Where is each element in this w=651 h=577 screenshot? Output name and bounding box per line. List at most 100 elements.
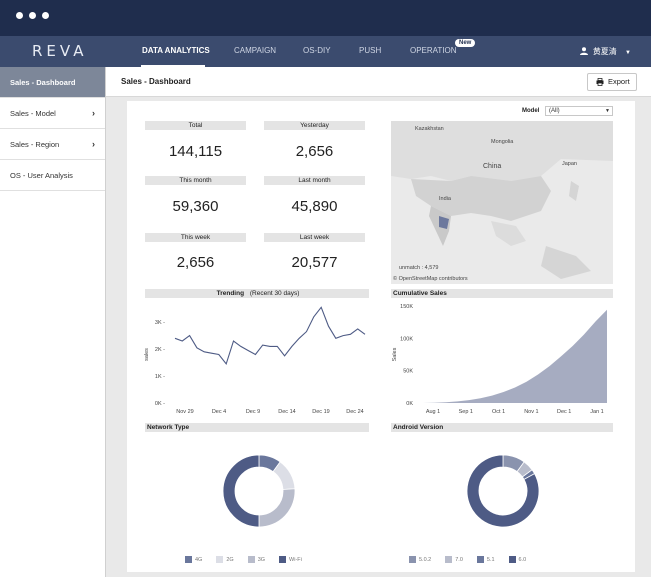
sidebar-item-sales-model[interactable]: Sales - Model › <box>0 98 105 129</box>
kpi-yesterday-label: Yesterday <box>264 121 365 130</box>
legend-swatch <box>476 556 484 563</box>
legend-swatch <box>508 556 516 563</box>
dot-icon <box>42 12 49 19</box>
android-version-legend: 5.0.2 7.0 5.1 6.0 <box>409 556 579 563</box>
map-unmatch-count: unmatch : 4,579 <box>399 265 439 271</box>
legend-label: 5.1 <box>486 556 495 563</box>
legend-item: Wi-Fi <box>279 556 302 563</box>
x-tick-label: Jan 1 <box>590 409 603 415</box>
network-type-legend: 4G 2G 3G Wi-Fi <box>185 556 345 563</box>
sidebar-item-sales-region[interactable]: Sales - Region › <box>0 129 105 160</box>
page-header: Sales - Dashboard Export <box>106 67 651 97</box>
new-badge: New <box>455 39 476 47</box>
y-axis-label: Sales <box>392 347 398 361</box>
sales-map[interactable]: Kazakhstan Mongolia China Japan India un… <box>391 121 613 284</box>
user-name: 黄夏清 <box>592 47 617 56</box>
user-menu[interactable]: 黄夏清 ▼ <box>579 46 631 57</box>
x-tick-label: Oct 1 <box>492 409 505 415</box>
donut-slice <box>258 488 296 528</box>
x-tick-label: Nov 1 <box>524 409 538 415</box>
legend-label: 6.0 <box>518 556 527 563</box>
kpi-last-month-label: Last month <box>264 176 365 185</box>
legend-swatch <box>409 556 416 563</box>
legend-item: 7.0 <box>445 556 463 563</box>
trending-line-chart[interactable]: sales 0K - 1K - 2K - 3K - Nov 29 Dec 4 Dec 9 Dec… <box>141 300 373 425</box>
kpi-this-week-value: 2,656 <box>176 254 215 271</box>
window-dots <box>16 12 49 19</box>
x-tick-label: Dec 24 <box>346 409 363 415</box>
dot-icon <box>16 12 23 19</box>
legend-swatch <box>247 556 255 563</box>
map-label-japan: Japan <box>562 161 577 167</box>
y-tick-label: 0K <box>406 401 413 407</box>
kpi-last-week-label: Last week <box>264 233 365 242</box>
sidebar-item-os-user-analysis[interactable]: OS - User Analysis <box>0 160 105 191</box>
map-label-india: India <box>439 196 451 202</box>
map-shapes <box>391 121 613 284</box>
trending-title: Trending <box>216 290 245 297</box>
legend-item: 5.0.2 <box>409 556 431 563</box>
dashboard-card: Model (All) ▼ Total 144,115 Yesterday 2,… <box>127 101 635 572</box>
map-credit: © OpenStreetMap contributors <box>393 276 468 282</box>
legend-label: 2G <box>226 556 234 563</box>
kpi-last-month-value: 45,890 <box>291 198 338 215</box>
android-version-donut[interactable] <box>463 451 543 531</box>
export-button[interactable]: Export <box>587 73 637 91</box>
cumulative-area <box>423 309 607 403</box>
x-tick-label: Sep 1 <box>459 409 473 415</box>
legend-item: 3G <box>247 556 265 563</box>
chevron-right-icon: › <box>92 139 95 149</box>
legend-swatch <box>185 556 192 563</box>
sidebar-item-label: Sales - Model <box>10 109 56 118</box>
x-tick-label: Aug 1 <box>426 409 440 415</box>
map-label-china: China <box>483 163 502 170</box>
printer-icon <box>596 78 604 86</box>
legend-swatch <box>279 556 287 563</box>
sidebar-item-label: Sales - Region <box>10 140 60 149</box>
y-tick-label: 1K - <box>155 374 165 380</box>
network-type-title: Network Type <box>145 423 369 432</box>
nav-push[interactable]: PUSH <box>359 46 381 55</box>
x-tick-label: Dec 19 <box>312 409 329 415</box>
main-area: Sales - Dashboard Export Model (All) ▼ T… <box>106 67 651 577</box>
y-tick-label: 3K - <box>155 320 165 326</box>
y-tick-label: 2K - <box>155 347 165 353</box>
kpi-this-month-label: This month <box>145 176 246 185</box>
legend-swatch <box>445 556 453 563</box>
legend-label: 7.0 <box>455 556 463 563</box>
kpi-this-month-value: 59,360 <box>172 198 219 215</box>
network-type-donut[interactable] <box>219 451 299 531</box>
y-tick-label: 50K <box>403 369 413 375</box>
nav-data-analytics[interactable]: DATA ANALYTICS <box>142 46 210 55</box>
dot-icon <box>29 12 36 19</box>
donut-slice <box>222 454 260 528</box>
app-logo[interactable]: REVA <box>32 42 87 60</box>
cumulative-area-chart[interactable]: Sales 0K 50K 100K 150K Aug 1 Sep 1 Oct 1 Nov 1 De… <box>389 300 615 425</box>
trending-subtitle: (Recent 30 days) <box>249 290 300 297</box>
model-select[interactable]: (All) ▼ <box>545 106 613 116</box>
y-tick-label: 150K <box>400 304 413 310</box>
chevron-right-icon: › <box>92 108 95 118</box>
cumulative-title: Cumulative Sales <box>391 289 613 298</box>
nav-os-diy[interactable]: OS-DIY <box>303 46 331 55</box>
kpi-total-value: 144,115 <box>168 143 223 160</box>
nav-operation[interactable]: OPERATION <box>410 46 457 55</box>
kpi-last-week-value: 20,577 <box>291 254 338 271</box>
nav-campaign[interactable]: CAMPAIGN <box>234 46 276 55</box>
legend-item: 2G <box>216 556 234 563</box>
legend-item: 4G <box>185 556 202 563</box>
x-tick-label: Dec 1 <box>557 409 571 415</box>
sidebar-item-label: OS - User Analysis <box>10 171 73 180</box>
chevron-down-icon: ▼ <box>625 50 631 56</box>
legend-item: 6.0 <box>508 556 527 563</box>
trend-series-line <box>174 306 366 366</box>
kpi-yesterday-value: 2,656 <box>295 143 334 160</box>
x-tick-label: Nov 29 <box>176 409 193 415</box>
sidebar-item-sales-dashboard[interactable]: Sales - Dashboard <box>0 67 105 98</box>
map-label-mongolia: Mongolia <box>491 139 514 145</box>
legend-label: 5.0.2 <box>419 556 432 563</box>
y-tick-label: 100K <box>400 336 413 342</box>
legend-label: Wi-Fi <box>289 556 302 563</box>
window-titlebar <box>0 0 651 36</box>
legend-swatch <box>216 556 224 563</box>
